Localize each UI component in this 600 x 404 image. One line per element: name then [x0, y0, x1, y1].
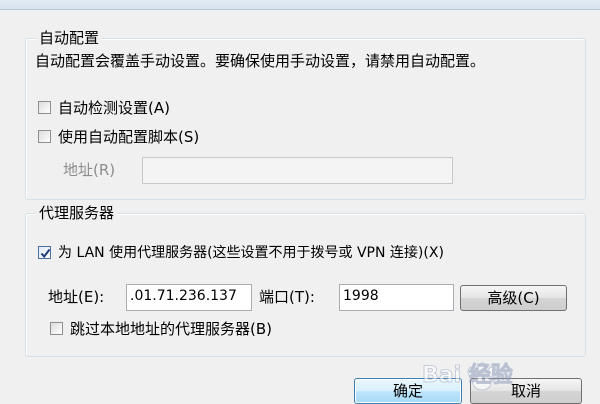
bypass-local-checkbox[interactable] — [50, 322, 63, 335]
auto-detect-label[interactable]: 自动检测设置(A) — [58, 98, 170, 118]
baidu-watermark-text: Bai 经验 — [422, 362, 513, 388]
use-proxy-checkbox[interactable] — [38, 246, 51, 259]
proxy-port-label: 端口(T): — [259, 288, 315, 306]
auto-config-group-title: 自动配置 — [36, 28, 103, 48]
script-address-label: 地址(R) — [63, 161, 116, 179]
use-proxy-label[interactable]: 为 LAN 使用代理服务器(这些设置不用于拨号或 VPN 连接)(X) — [58, 243, 444, 263]
advanced-button[interactable]: 高级(C) — [460, 285, 567, 311]
window-top-border — [0, 0, 600, 10]
auto-detect-checkbox[interactable] — [38, 101, 51, 114]
baidu-watermark: Bai 经验 — [420, 352, 600, 396]
proxy-server-group-title: 代理服务器 — [36, 203, 118, 223]
checkmark-icon — [40, 248, 51, 259]
baidu-paw-logo: Bai 经验 — [422, 362, 513, 391]
auto-config-description: 自动配置会覆盖手动设置。要确保使用手动设置，请禁用自动配置。 — [35, 52, 486, 70]
use-script-checkbox[interactable] — [38, 130, 51, 143]
use-script-label[interactable]: 使用自动配置脚本(S) — [58, 127, 199, 147]
script-address-input[interactable] — [142, 157, 453, 184]
proxy-port-input[interactable]: 1998 — [339, 284, 454, 311]
proxy-address-input[interactable]: .01.71.236.137 — [126, 284, 252, 311]
proxy-address-label: 地址(E): — [48, 288, 105, 306]
bypass-local-label[interactable]: 跳过本地地址的代理服务器(B) — [70, 319, 272, 339]
